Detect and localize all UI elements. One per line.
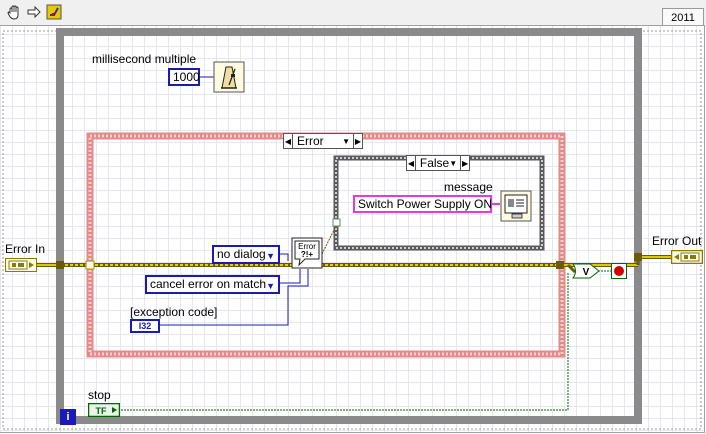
diagram-frame: [2, 30, 702, 430]
dialog-ring-dropdown-icon[interactable]: ▼: [266, 249, 275, 263]
stop-terminal-text: TF: [96, 406, 107, 416]
loop-left-tunnel: [56, 261, 64, 269]
svg-text:?!+: ?!+: [301, 250, 314, 259]
case-left-tunnel: [85, 260, 95, 270]
toolbar: 2011: [0, 0, 706, 26]
loop-right-tunnel: [634, 253, 642, 261]
inner-case-selector[interactable]: ◀ False ▼ ▶: [406, 155, 470, 171]
wait-constant[interactable]: 1000: [168, 68, 200, 86]
stop-terminal[interactable]: TF: [88, 403, 120, 417]
cancel-ring-value: cancel error on match: [150, 277, 267, 291]
inner-case-dropdown-icon[interactable]: ▼: [449, 157, 460, 170]
error-in-label: Error In: [5, 242, 46, 256]
while-loop-border: [56, 28, 642, 424]
error-out-label: Error Out: [652, 234, 702, 248]
dialog-ring[interactable]: no dialog ▼: [212, 245, 280, 264]
error-in-terminal[interactable]: [5, 258, 37, 272]
or-gate-icon[interactable]: V: [572, 263, 600, 279]
iteration-label: i: [66, 411, 70, 423]
one-button-dialog-icon[interactable]: [500, 190, 532, 222]
loop-condition-icon[interactable]: [611, 263, 627, 279]
message-constant[interactable]: Switch Power Supply ON: [353, 195, 492, 213]
cancel-ring[interactable]: cancel error on match ▼: [145, 275, 280, 294]
outer-case-selector-label: Error: [297, 133, 324, 148]
message-label: message: [444, 180, 493, 194]
clear-errors-icon[interactable]: Error ?!+: [291, 237, 323, 269]
arrow-icon[interactable]: [26, 4, 42, 20]
inner-case-decrement-icon[interactable]: ◀: [407, 156, 416, 170]
metronome-icon[interactable]: [213, 61, 245, 93]
hand-icon[interactable]: [6, 4, 22, 20]
cancel-ring-dropdown-icon[interactable]: ▼: [266, 279, 275, 293]
dialog-ring-value: no dialog: [217, 247, 266, 261]
iteration-terminal: i: [60, 409, 76, 425]
inner-case-tunnel: [332, 218, 341, 227]
outer-case-selector[interactable]: ◀ Error ▼ ▶: [283, 133, 363, 149]
case-right-tunnel: [556, 261, 564, 269]
exception-code-label: [exception code]: [130, 305, 218, 319]
or-gate-text: V: [583, 267, 590, 278]
diagram-wiring: [2, 28, 702, 430]
year-tab[interactable]: 2011: [662, 8, 704, 26]
block-diagram: millisecond multiple 1000 ◀ Error ▼ ▶ ◀ …: [0, 25, 705, 433]
inner-case-selector-label: False: [419, 155, 450, 170]
inner-case-increment-icon[interactable]: ▶: [460, 156, 469, 170]
case-decrement-icon[interactable]: ◀: [284, 134, 293, 148]
stop-label: stop: [88, 388, 111, 402]
error-out-terminal[interactable]: [671, 250, 703, 264]
case-dropdown-icon[interactable]: ▼: [342, 135, 353, 148]
wait-label: millisecond multiple: [92, 52, 197, 66]
exception-code-terminal[interactable]: I32: [130, 319, 160, 333]
case-increment-icon[interactable]: ▶: [353, 134, 362, 148]
highlight-execution-icon[interactable]: [46, 4, 62, 20]
